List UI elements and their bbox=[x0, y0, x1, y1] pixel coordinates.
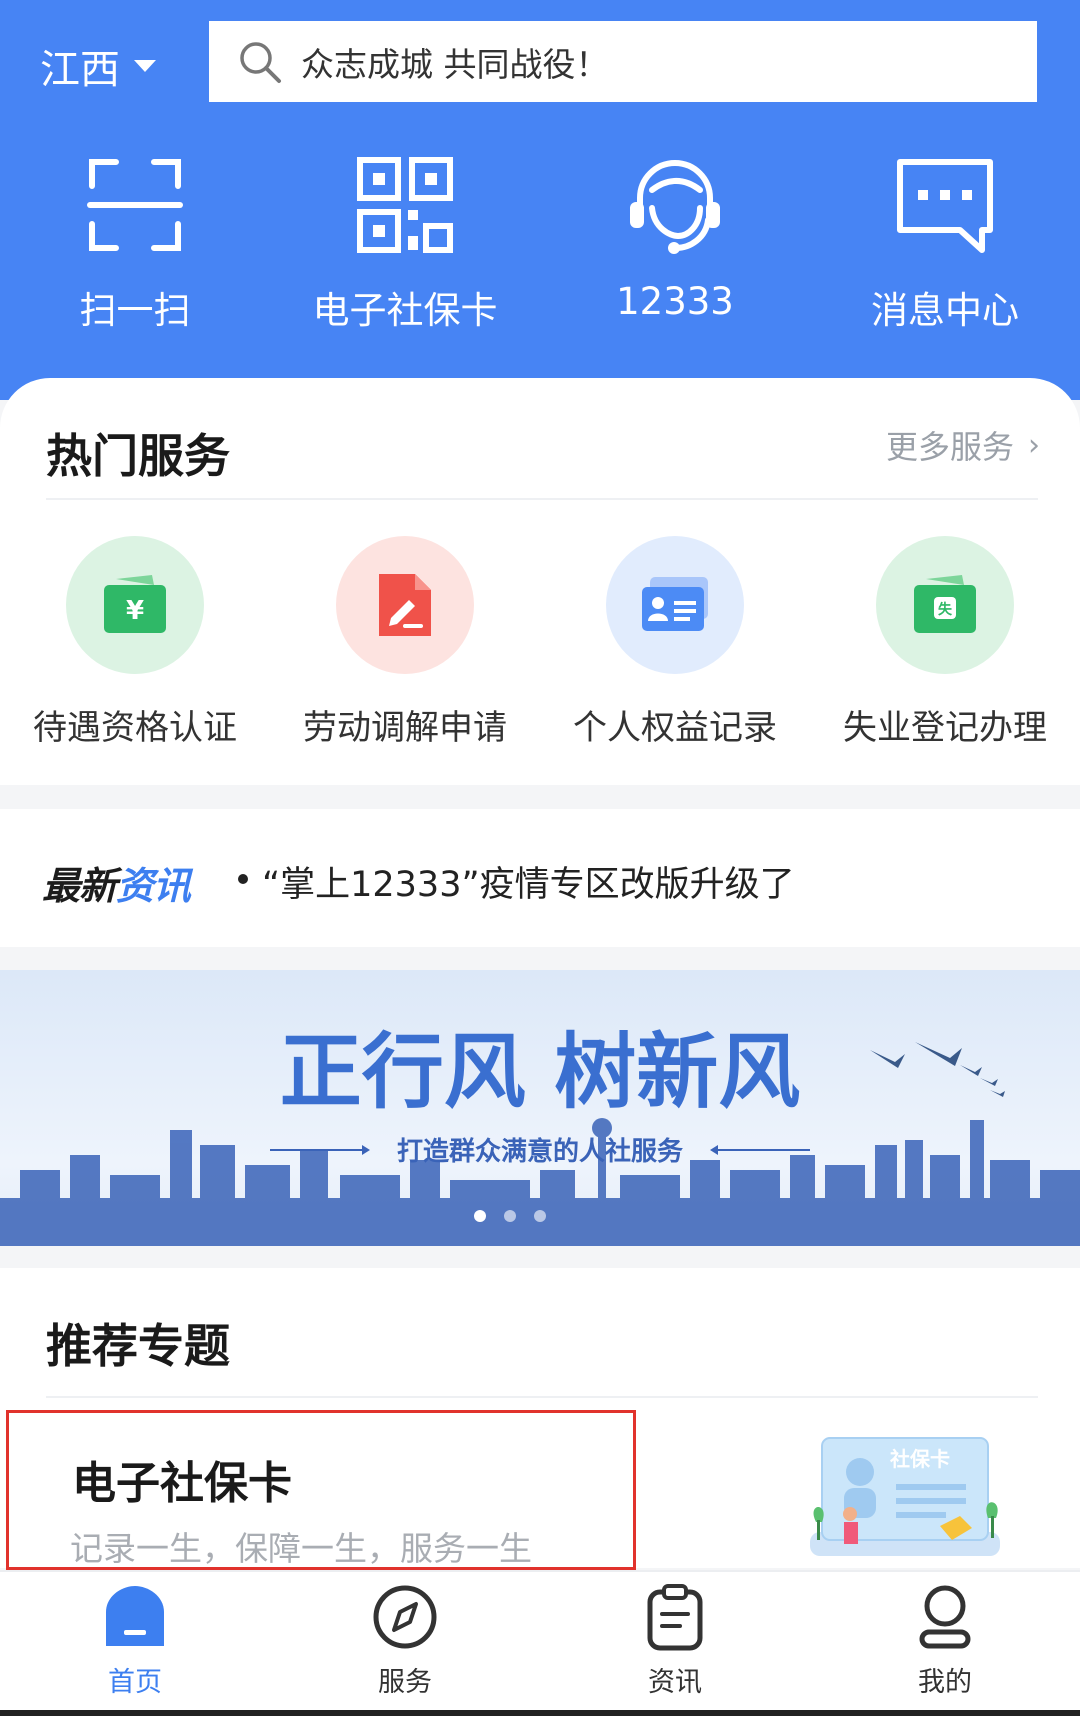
svg-text:¥: ¥ bbox=[126, 596, 144, 626]
more-services-link[interactable]: 更多服务 › bbox=[886, 422, 1040, 468]
message-icon bbox=[897, 159, 993, 253]
tab-label: 服务 bbox=[378, 1667, 432, 1698]
document-pen-icon bbox=[379, 574, 431, 636]
bullet-icon bbox=[238, 874, 248, 884]
service-item-qualification[interactable]: ¥ 待遇资格认证 bbox=[0, 536, 270, 749]
service-item-mediation[interactable]: 劳动调解申请 bbox=[270, 536, 540, 749]
service-label: 待遇资格认证 bbox=[33, 708, 237, 748]
search-icon bbox=[240, 41, 281, 83]
news-clipboard-icon bbox=[647, 1584, 703, 1651]
service-icon-bg: 失 bbox=[876, 536, 1014, 674]
divider bbox=[46, 498, 1038, 500]
qr-code-icon bbox=[357, 157, 453, 253]
search-placeholder: 众志成城 共同战役！ bbox=[301, 44, 609, 84]
divider bbox=[46, 1396, 1038, 1398]
quick-action-e-card[interactable]: 电子社保卡 bbox=[270, 150, 540, 350]
quick-action-label: 消息中心 bbox=[871, 289, 1019, 332]
service-item-rights-record[interactable]: 个人权益记录 bbox=[540, 536, 810, 749]
service-icon-bg bbox=[336, 536, 474, 674]
quick-action-hotline[interactable]: 12333 bbox=[540, 150, 810, 350]
id-card-icon bbox=[642, 577, 708, 631]
tab-label: 资讯 bbox=[648, 1667, 702, 1698]
carousel-dot[interactable] bbox=[504, 1210, 516, 1222]
news-logo-part1: 最新 bbox=[42, 864, 117, 908]
social-card-illustration: 社保卡 bbox=[810, 1437, 1000, 1556]
banner-subtitle: 打造群众满意的人社服务 bbox=[397, 1136, 683, 1167]
region-label: 江西 bbox=[40, 47, 120, 93]
service-label: 个人权益记录 bbox=[573, 708, 777, 748]
caret-down-icon bbox=[134, 60, 156, 72]
scan-icon bbox=[87, 159, 183, 251]
service-label: 劳动调解申请 bbox=[303, 708, 507, 748]
topic-title: 电子社保卡 bbox=[72, 1458, 292, 1509]
svg-text:失: 失 bbox=[938, 601, 953, 618]
quick-action-label: 12333 bbox=[616, 280, 734, 323]
quick-action-scan[interactable]: 扫一扫 bbox=[0, 150, 270, 350]
home-icon bbox=[106, 1586, 164, 1646]
quick-action-messages[interactable]: 消息中心 bbox=[810, 150, 1080, 350]
news-headline[interactable]: “掌上12333”疫情专区改版升级了 bbox=[262, 856, 795, 907]
tab-label: 首页 bbox=[108, 1667, 162, 1698]
tab-home[interactable]: 首页 bbox=[0, 1582, 270, 1699]
topic-subtitle: 记录一生，保障一生，服务一生 bbox=[70, 1529, 532, 1568]
carousel-dot[interactable] bbox=[534, 1210, 546, 1222]
hot-services-title: 热门服务 bbox=[46, 429, 230, 483]
banner-title: 正行风 树新风 bbox=[280, 1025, 801, 1120]
news-logo-part2: 资讯 bbox=[116, 864, 191, 908]
banner-art: 正行风 树新风 打造群众满意的人社服务 bbox=[0, 970, 1080, 1246]
quick-action-label: 扫一扫 bbox=[79, 289, 191, 332]
tab-services[interactable]: 服务 bbox=[270, 1582, 540, 1699]
wallet-yuan-icon: ¥ bbox=[104, 575, 166, 633]
tab-profile[interactable]: 我的 bbox=[810, 1582, 1080, 1699]
promo-banner[interactable]: 正行风 树新风 打造群众满意的人社服务 bbox=[0, 970, 1080, 1246]
person-icon bbox=[919, 1585, 971, 1649]
compass-icon bbox=[373, 1585, 437, 1649]
tab-label: 我的 bbox=[918, 1667, 972, 1698]
card-image-text: 社保卡 bbox=[889, 1447, 950, 1471]
search-bar[interactable]: 众志成城 共同战役！ bbox=[209, 21, 1037, 102]
service-item-unemployment[interactable]: 失 失业登记办理 bbox=[810, 536, 1080, 749]
headset-icon bbox=[630, 160, 720, 254]
system-nav-bar bbox=[0, 1710, 1080, 1716]
quick-action-label: 电子社保卡 bbox=[312, 289, 498, 332]
tab-news[interactable]: 资讯 bbox=[540, 1582, 810, 1699]
chevron-right-icon: › bbox=[1028, 427, 1040, 463]
region-selector[interactable]: 江西 bbox=[40, 38, 156, 94]
service-icon-bg: ¥ bbox=[66, 536, 204, 674]
more-services-label: 更多服务 bbox=[885, 428, 1014, 466]
service-icon-bg bbox=[606, 536, 744, 674]
news-logo: 最新资讯 bbox=[42, 855, 191, 910]
unemployment-wallet-icon: 失 bbox=[914, 575, 976, 633]
service-label: 失业登记办理 bbox=[843, 708, 1047, 748]
carousel-dot[interactable] bbox=[474, 1210, 486, 1222]
recommend-title: 推荐专题 bbox=[46, 1319, 230, 1373]
